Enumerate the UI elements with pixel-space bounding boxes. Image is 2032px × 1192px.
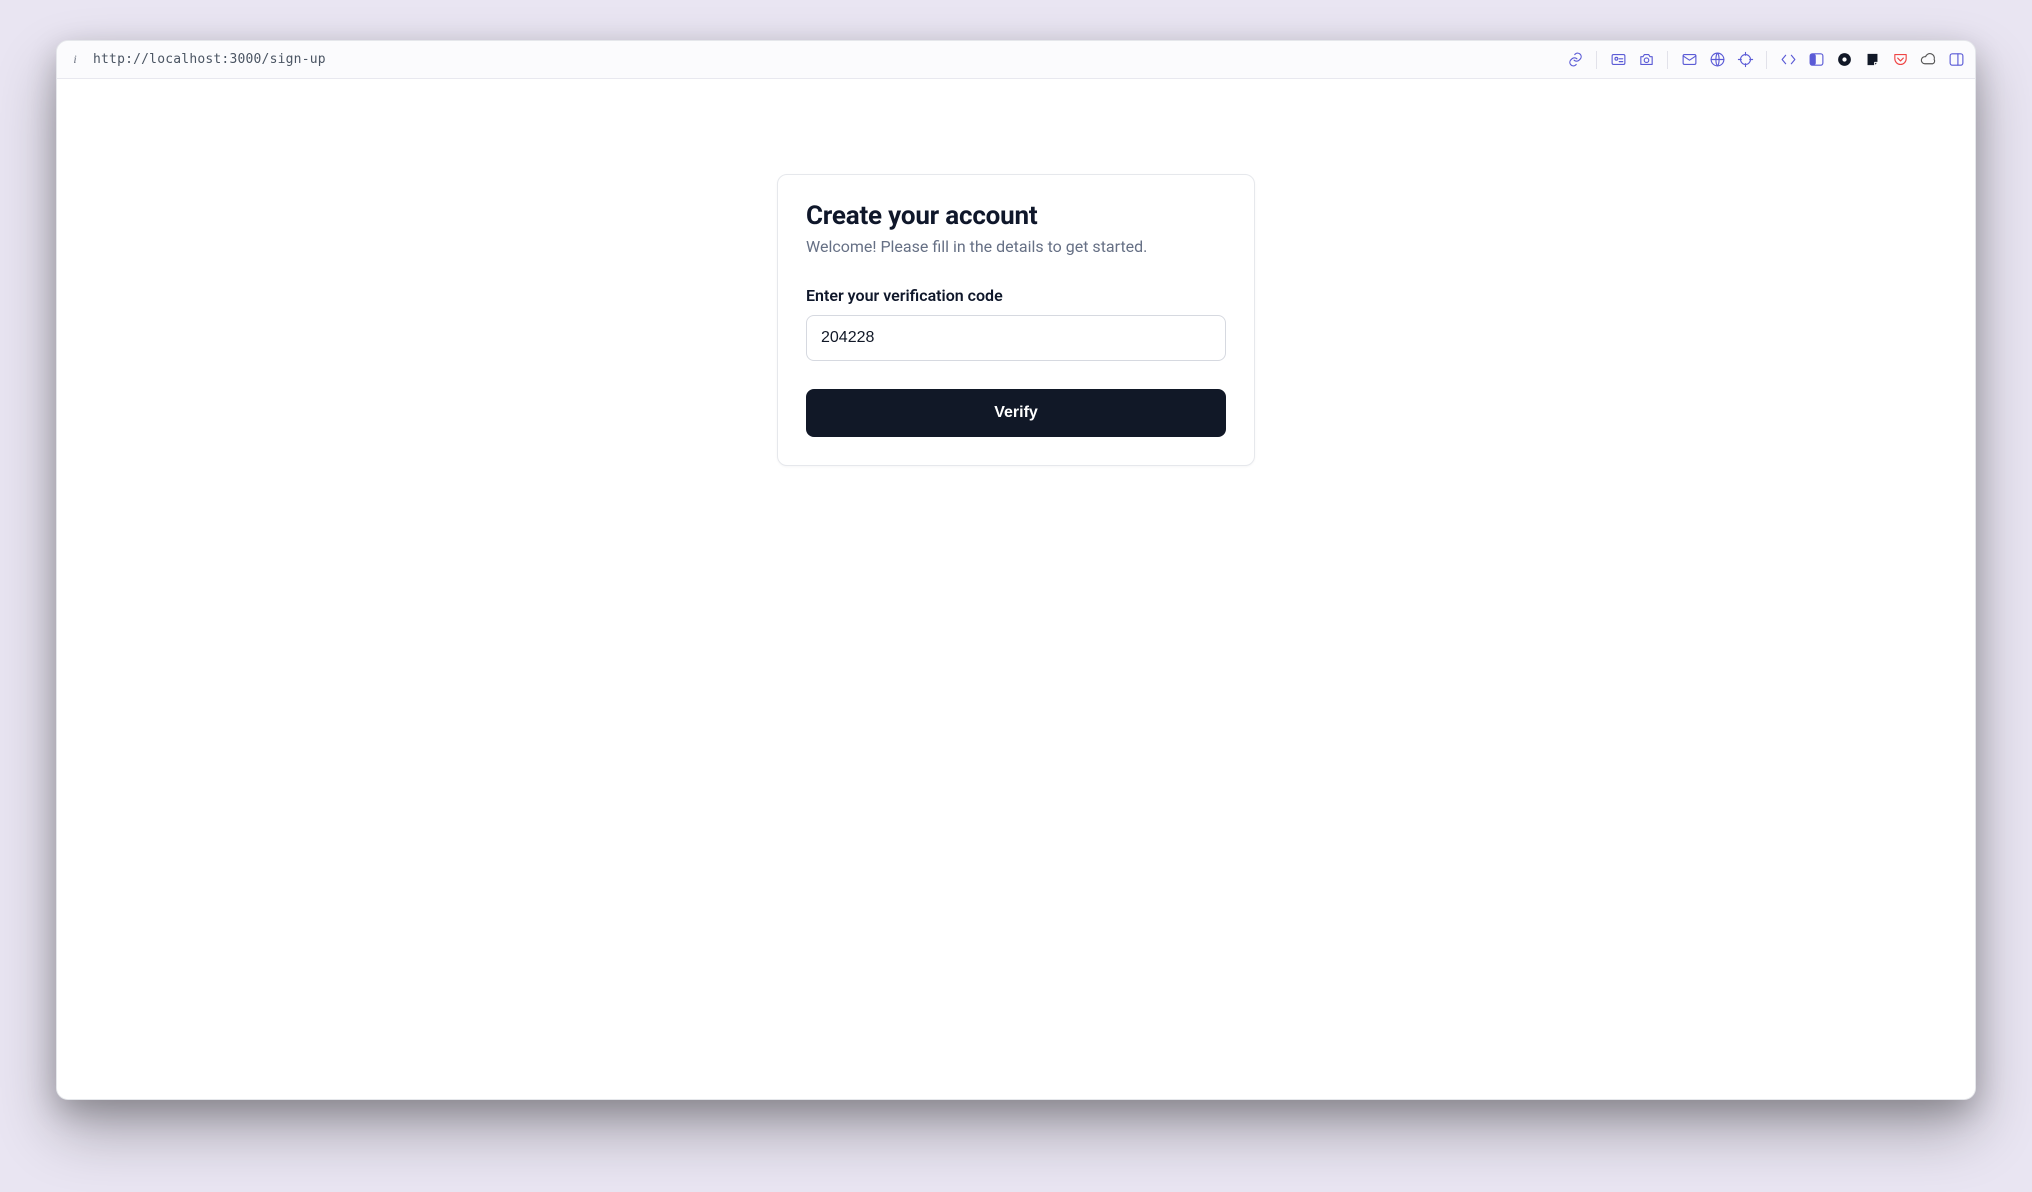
globe-icon[interactable] xyxy=(1708,51,1726,69)
camera-icon[interactable] xyxy=(1637,51,1655,69)
chevrons-icon[interactable] xyxy=(1779,51,1797,69)
sticky-note-icon[interactable] xyxy=(1863,51,1881,69)
crosshair-icon[interactable] xyxy=(1736,51,1754,69)
signup-card: Create your account Welcome! Please fill… xyxy=(777,174,1255,466)
circle-dot-icon[interactable] xyxy=(1835,51,1853,69)
mail-icon[interactable] xyxy=(1680,51,1698,69)
panel-icon[interactable] xyxy=(1947,51,1965,69)
extension-icons xyxy=(1566,51,1965,69)
separator-icon xyxy=(1667,51,1668,69)
info-icon[interactable]: i xyxy=(67,52,83,68)
separator-icon xyxy=(1596,51,1597,69)
card-title: Create your account xyxy=(806,201,1226,231)
page-content: Create your account Welcome! Please fill… xyxy=(57,79,1975,1099)
verify-button[interactable]: Verify xyxy=(806,389,1226,437)
pocket-icon[interactable] xyxy=(1891,51,1909,69)
link-icon[interactable] xyxy=(1566,51,1584,69)
sidebar-left-icon[interactable] xyxy=(1807,51,1825,69)
verification-code-label: Enter your verification code xyxy=(806,286,1226,305)
id-card-icon[interactable] xyxy=(1609,51,1627,69)
address-bar: i http://localhost:3000/sign-up xyxy=(57,41,1975,79)
cloud-icon[interactable] xyxy=(1919,51,1937,69)
card-subtitle: Welcome! Please fill in the details to g… xyxy=(806,237,1226,256)
separator-icon xyxy=(1766,51,1767,69)
browser-window: i http://localhost:3000/sign-up xyxy=(56,40,1976,1100)
verification-code-input[interactable] xyxy=(806,315,1226,361)
url-text[interactable]: http://localhost:3000/sign-up xyxy=(93,52,326,67)
